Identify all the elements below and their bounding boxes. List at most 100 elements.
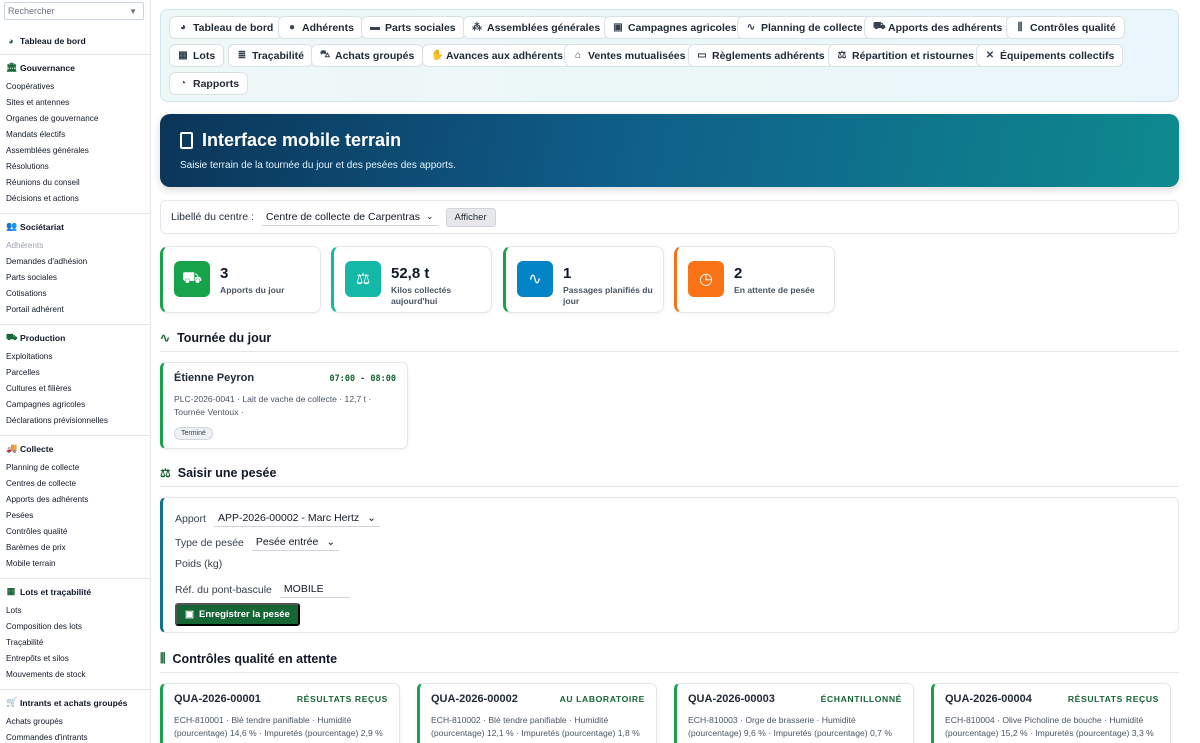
sidebar-item[interactable]: Mandats électifs (0, 127, 150, 143)
sidebar-item[interactable]: Sites et antennes (0, 95, 150, 111)
sidebar-item[interactable]: Achats groupés (0, 714, 150, 730)
qc-details: ECH-810003 · Orge de brasserie · Humidit… (688, 715, 892, 738)
vials-icon: ⫼ (160, 651, 166, 665)
kpi-card: ∿ 1 Passages planifiés du jour (503, 246, 664, 313)
tablet-icon (180, 132, 193, 149)
sidebar-item[interactable]: Cultures et filières (0, 381, 150, 397)
ref-label: Réf. du pont-bascule (175, 583, 272, 596)
nav-avances[interactable]: ✋ Avances aux adhérents (422, 44, 572, 67)
top-navigation: ◕ Tableau de bord ● Adhérents ▬ Parts socia… (160, 9, 1179, 102)
sidebar-item[interactable]: Déclarations prévisionnelles (0, 413, 150, 429)
sidebar-item[interactable]: Adhérents (0, 238, 150, 254)
sidebar-item[interactable]: Lots (0, 603, 150, 619)
tractor-icon: ⛟ (6, 331, 18, 342)
sidebar-item[interactable]: Exploitations (0, 349, 150, 365)
sidebar-item[interactable]: Cotisations (0, 286, 150, 302)
sidebar-item[interactable]: Contrôles qualité (0, 524, 150, 540)
sidebar-item[interactable]: Organes de gouvernance (0, 111, 150, 127)
sidebar-heading: ▦ Lots et traçabilité (6, 586, 92, 597)
nav-achats[interactable]: ⛍ Achats groupés (311, 44, 424, 67)
qc-status: ÉCHANTILLONNÉ (820, 694, 902, 704)
chart-pie-icon: ◔ (179, 78, 187, 89)
sidebar-item[interactable]: Portail adhérent (0, 302, 150, 318)
sidebar-item[interactable]: Commandes d'intrants (0, 730, 150, 743)
sidebar-heading: ⛟ Production (6, 331, 66, 343)
bank-icon: 🏛 (6, 62, 18, 72)
nav-repartition[interactable]: ⚖ Répartition et ristournes (828, 44, 983, 67)
nav-equipements[interactable]: ✕ Équipements collectifs (976, 44, 1124, 67)
time-slot: 07:00 - 08:00 (329, 374, 396, 384)
poids-input[interactable] (230, 562, 300, 567)
sidebar-item[interactable]: Résolutions (0, 159, 150, 175)
search-input[interactable]: Rechercher ▼ (4, 2, 144, 20)
show-button[interactable]: Afficher (445, 207, 496, 227)
nav-adherents[interactable]: ● Adhérents (278, 16, 363, 39)
chevron-down-icon: ⌄ (326, 536, 336, 548)
barcode-icon: ≣ (237, 50, 247, 61)
sidebar-item[interactable]: Centres de collecte (0, 476, 150, 492)
sidebar-item[interactable]: Assemblées générales (0, 143, 150, 159)
kpi-label: En attente de pesée (734, 285, 815, 295)
centre-select[interactable]: Centre de collecte de Carpentras ⌄ (261, 209, 438, 226)
route-icon: ∿ (517, 261, 553, 297)
sidebar-item[interactable]: Décisions et actions (0, 191, 150, 207)
qc-status: RÉSULTATS REÇUS (1067, 694, 1159, 704)
qc-card[interactable]: QUA-2026-00002 AU LABORATOIRE ECH-810002 … (417, 683, 657, 743)
tournee-details: PLC-2026-0041 · Lait de vache de collect… (174, 394, 372, 417)
chevron-down-icon[interactable]: ▼ (129, 7, 137, 16)
apport-select[interactable]: APP-2026-00002 - Marc Hertz ⌄ (213, 510, 380, 527)
kpi-card: ◷ 2 En attente de pesée (674, 246, 835, 313)
search-placeholder: Rechercher (8, 6, 55, 16)
sidebar-item[interactable]: Composition des lots (0, 619, 150, 635)
nav-tableau-de-bord[interactable]: ◕ Tableau de bord (169, 16, 283, 39)
kpi-label: Kilos collectés aujourd'hui (391, 285, 452, 306)
cart-icon: 🛒 (6, 697, 18, 707)
qc-id: QUA-2026-00003 (688, 693, 775, 705)
nav-parts-sociales[interactable]: ▬ Parts sociales (361, 16, 465, 39)
sidebar-item[interactable]: Campagnes agricoles (0, 397, 150, 413)
sidebar-item[interactable]: Parts sociales (0, 270, 150, 286)
qc-card[interactable]: QUA-2026-00004 RÉSULTATS REÇUS ECH-810004… (931, 683, 1171, 743)
nav-apports[interactable]: ⛟ Apports des adhérents (864, 16, 1012, 39)
nav-controles[interactable]: ⫼ Contrôles qualité (1006, 16, 1125, 39)
nav-assemblees[interactable]: ⁂ Assemblées générales (463, 16, 610, 39)
sidebar-item[interactable]: Planning de collecte (0, 460, 150, 476)
type-label: Type de pesée (175, 536, 244, 549)
sidebar-item[interactable]: Barèmes de prix (0, 540, 150, 556)
apport-label: Apport (175, 512, 206, 525)
sidebar-item[interactable]: Apports des adhérents (0, 492, 150, 508)
type-select[interactable]: Pesée entrée ⌄ (251, 534, 340, 551)
sidebar-item[interactable]: Traçabilité (0, 635, 150, 651)
qc-status: RÉSULTATS REÇUS (296, 694, 388, 704)
sidebar-item[interactable]: Mobile terrain (0, 556, 150, 572)
qc-card[interactable]: QUA-2026-00003 ÉCHANTILLONNÉ ECH-810003 ·… (674, 683, 914, 743)
page-subtitle: Saisie terrain de la tournée du jour et … (180, 160, 456, 171)
nav-reglements[interactable]: ▭ Règlements adhérents (688, 44, 834, 67)
sidebar-item-dashboard[interactable]: ◕ Tableau de bord (0, 35, 150, 46)
sidebar-group-production: ⛟ Production Exploitations Parcelles Cult… (0, 325, 150, 436)
nav-lots[interactable]: ▦ Lots (169, 44, 225, 67)
nav-planning[interactable]: ∿ Planning de collecte (737, 16, 872, 39)
sidebar-group-societariat: 👥 Sociétariat Adhérents Demandes d'adhési… (0, 214, 150, 325)
sidebar-item[interactable]: Coopératives (0, 79, 150, 95)
section-title-tournee: ∿ Tournée du jour (160, 331, 1179, 352)
sidebar-item[interactable]: Parcelles (0, 365, 150, 381)
nav-rapports[interactable]: ◔ Rapports (169, 72, 249, 95)
qc-card[interactable]: QUA-2026-00001 RÉSULTATS REÇUS ECH-810001… (160, 683, 400, 743)
centre-label: Libellé du centre : (171, 211, 254, 223)
nav-tracabilite[interactable]: ≣ Traçabilité (228, 44, 313, 67)
status-badge: Terminé (174, 427, 213, 440)
nav-campagnes[interactable]: ▣ Campagnes agricoles (604, 16, 746, 39)
sidebar-item[interactable]: Réunions du conseil (0, 175, 150, 191)
sidebar-item[interactable]: Entrepôts et silos (0, 651, 150, 667)
qc-id: QUA-2026-00002 (431, 693, 518, 705)
sidebar-item[interactable]: Mouvements de stock (0, 667, 150, 683)
ref-input[interactable]: MOBILE (279, 581, 350, 598)
sidebar-item[interactable]: Pesées (0, 508, 150, 524)
nav-ventes[interactable]: ⌂ Ventes mutualisées (564, 44, 695, 67)
save-pesee-button[interactable]: ▣ Enregistrer la pesée (175, 603, 300, 626)
dashboard-icon: ◕ (8, 35, 14, 46)
sidebar-item[interactable]: Demandes d'adhésion (0, 254, 150, 270)
tournee-card[interactable]: Étienne Peyron 07:00 - 08:00 PLC-2026-00… (160, 362, 408, 449)
qc-id: QUA-2026-00004 (945, 693, 1032, 705)
